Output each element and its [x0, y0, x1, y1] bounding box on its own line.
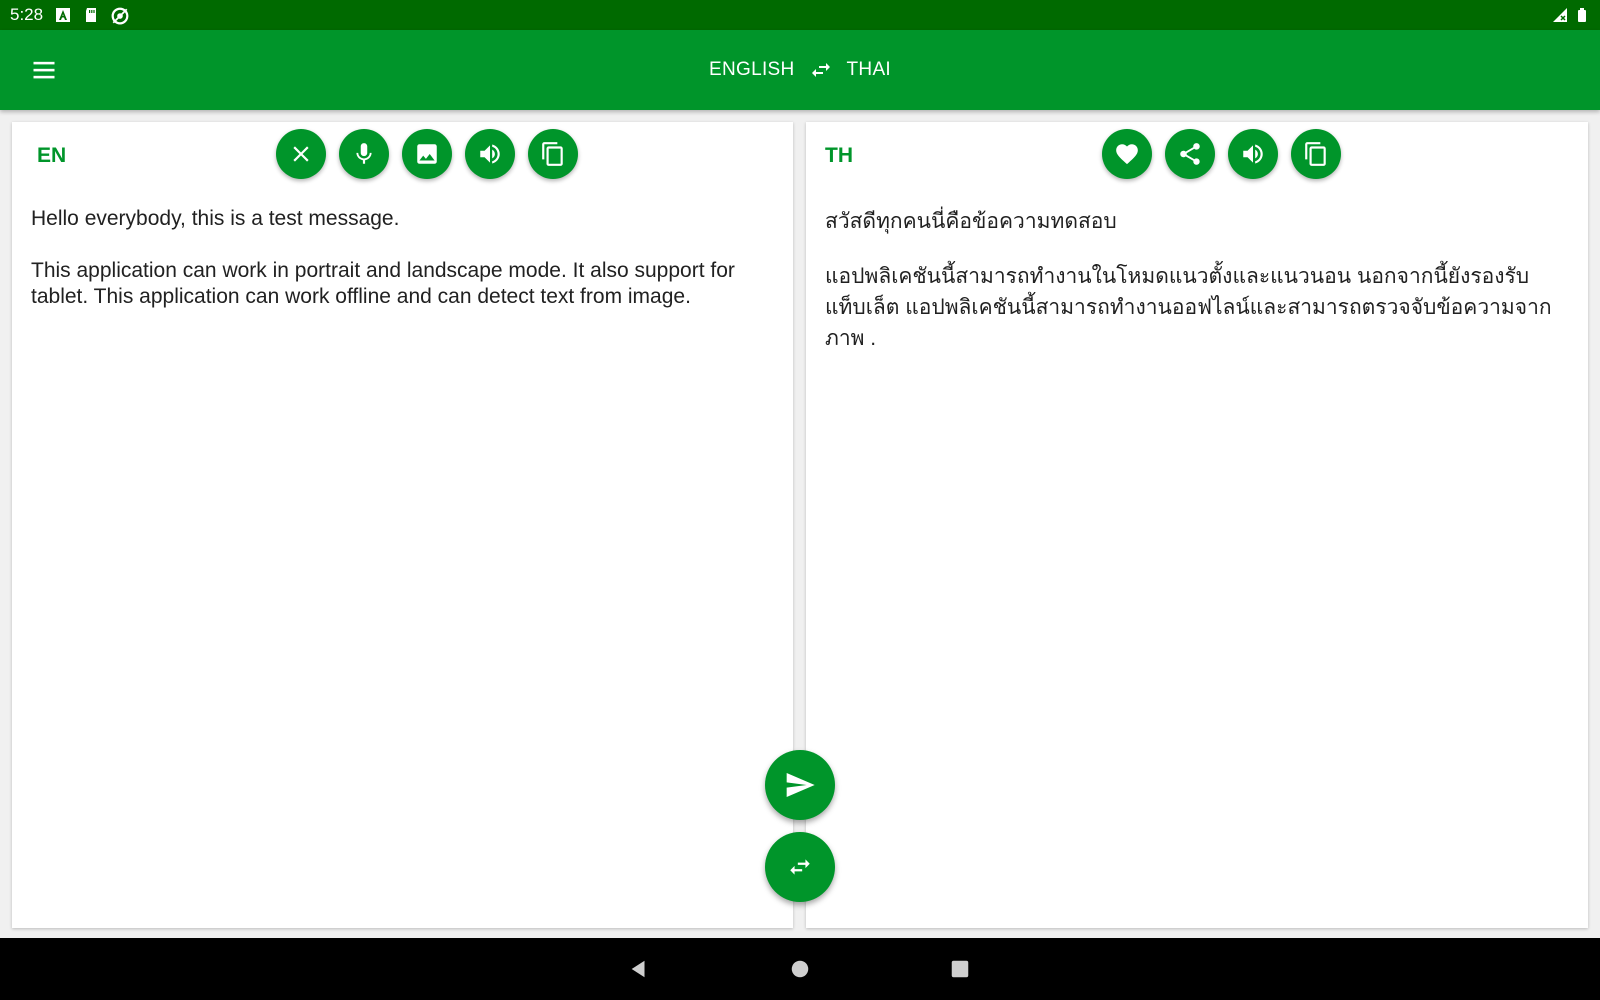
- volume-icon: [480, 144, 500, 164]
- target-language[interactable]: THAI: [847, 59, 891, 81]
- swap-texts-button[interactable]: [765, 832, 835, 902]
- home-icon: [791, 960, 809, 978]
- share-icon: [1180, 143, 1200, 165]
- back-icon: [631, 960, 645, 978]
- image-icon: [417, 144, 437, 164]
- heart-icon: [1116, 144, 1138, 165]
- back-button[interactable]: [626, 956, 652, 982]
- share-button[interactable]: [1165, 129, 1215, 179]
- menu-icon: [33, 61, 55, 79]
- target-panel: TH สวัสดีทุกคนนี่คือข้อความทดสอบ แอปพลิเ…: [806, 122, 1588, 928]
- recents-icon: [951, 960, 969, 978]
- translated-text: สวัสดีทุกคนนี่คือข้อความทดสอบ แอปพลิเคชั…: [825, 206, 1568, 378]
- signal-icon: [1552, 7, 1568, 23]
- language-switch: ENGLISH THAI: [0, 30, 1600, 110]
- status-time: 5:28: [10, 5, 44, 24]
- source-text-input[interactable]: Hello everybody, this is a test message.…: [31, 206, 773, 336]
- recents-button[interactable]: [947, 956, 973, 982]
- source-speak-button[interactable]: [465, 129, 515, 179]
- battery-icon: [1574, 7, 1590, 23]
- target-toolbar: [1102, 129, 1341, 179]
- voice-input-button[interactable]: [339, 129, 389, 179]
- send-icon: [786, 773, 815, 797]
- home-button[interactable]: [787, 956, 813, 982]
- target-paragraph: สวัสดีทุกคนนี่คือข้อความทดสอบ: [825, 210, 1117, 233]
- source-language[interactable]: ENGLISH: [709, 59, 795, 81]
- sd-card-icon: [83, 7, 99, 23]
- menu-button[interactable]: [26, 52, 62, 88]
- close-icon: [293, 146, 309, 162]
- translate-button[interactable]: [765, 750, 835, 820]
- copy-icon: [1305, 142, 1326, 166]
- source-toolbar: [276, 129, 578, 179]
- mic-icon: [356, 143, 372, 164]
- a-icon: [55, 7, 71, 23]
- source-lang-code: EN: [37, 144, 67, 167]
- sync-icon: [111, 7, 129, 25]
- source-panel: EN Hello everybody, this is a test messa…: [12, 122, 793, 928]
- target-lang-code: TH: [825, 144, 853, 167]
- source-paragraph: Hello everybody, this is a test message.: [31, 207, 400, 230]
- source-copy-button[interactable]: [528, 129, 578, 179]
- image-input-button[interactable]: [402, 129, 452, 179]
- status-bar: 5:28: [0, 0, 1600, 30]
- copy-icon: [542, 142, 563, 166]
- source-paragraph: This application can work in portrait an…: [31, 259, 735, 308]
- favorite-button[interactable]: [1102, 129, 1152, 179]
- target-speak-button[interactable]: [1228, 129, 1278, 179]
- swap-horiz-icon: [790, 859, 810, 875]
- target-paragraph: แอปพลิเคชันนี้สามารถทำงานในโหมดแนวตั้งแล…: [825, 265, 1552, 350]
- volume-icon: [1243, 144, 1263, 164]
- app-bar: ENGLISH THAI: [0, 30, 1600, 110]
- swap-languages-button[interactable]: [809, 58, 833, 82]
- target-copy-button[interactable]: [1291, 129, 1341, 179]
- navigation-bar: [0, 938, 1600, 1000]
- swap-horiz-icon: [811, 63, 830, 77]
- clear-button[interactable]: [276, 129, 326, 179]
